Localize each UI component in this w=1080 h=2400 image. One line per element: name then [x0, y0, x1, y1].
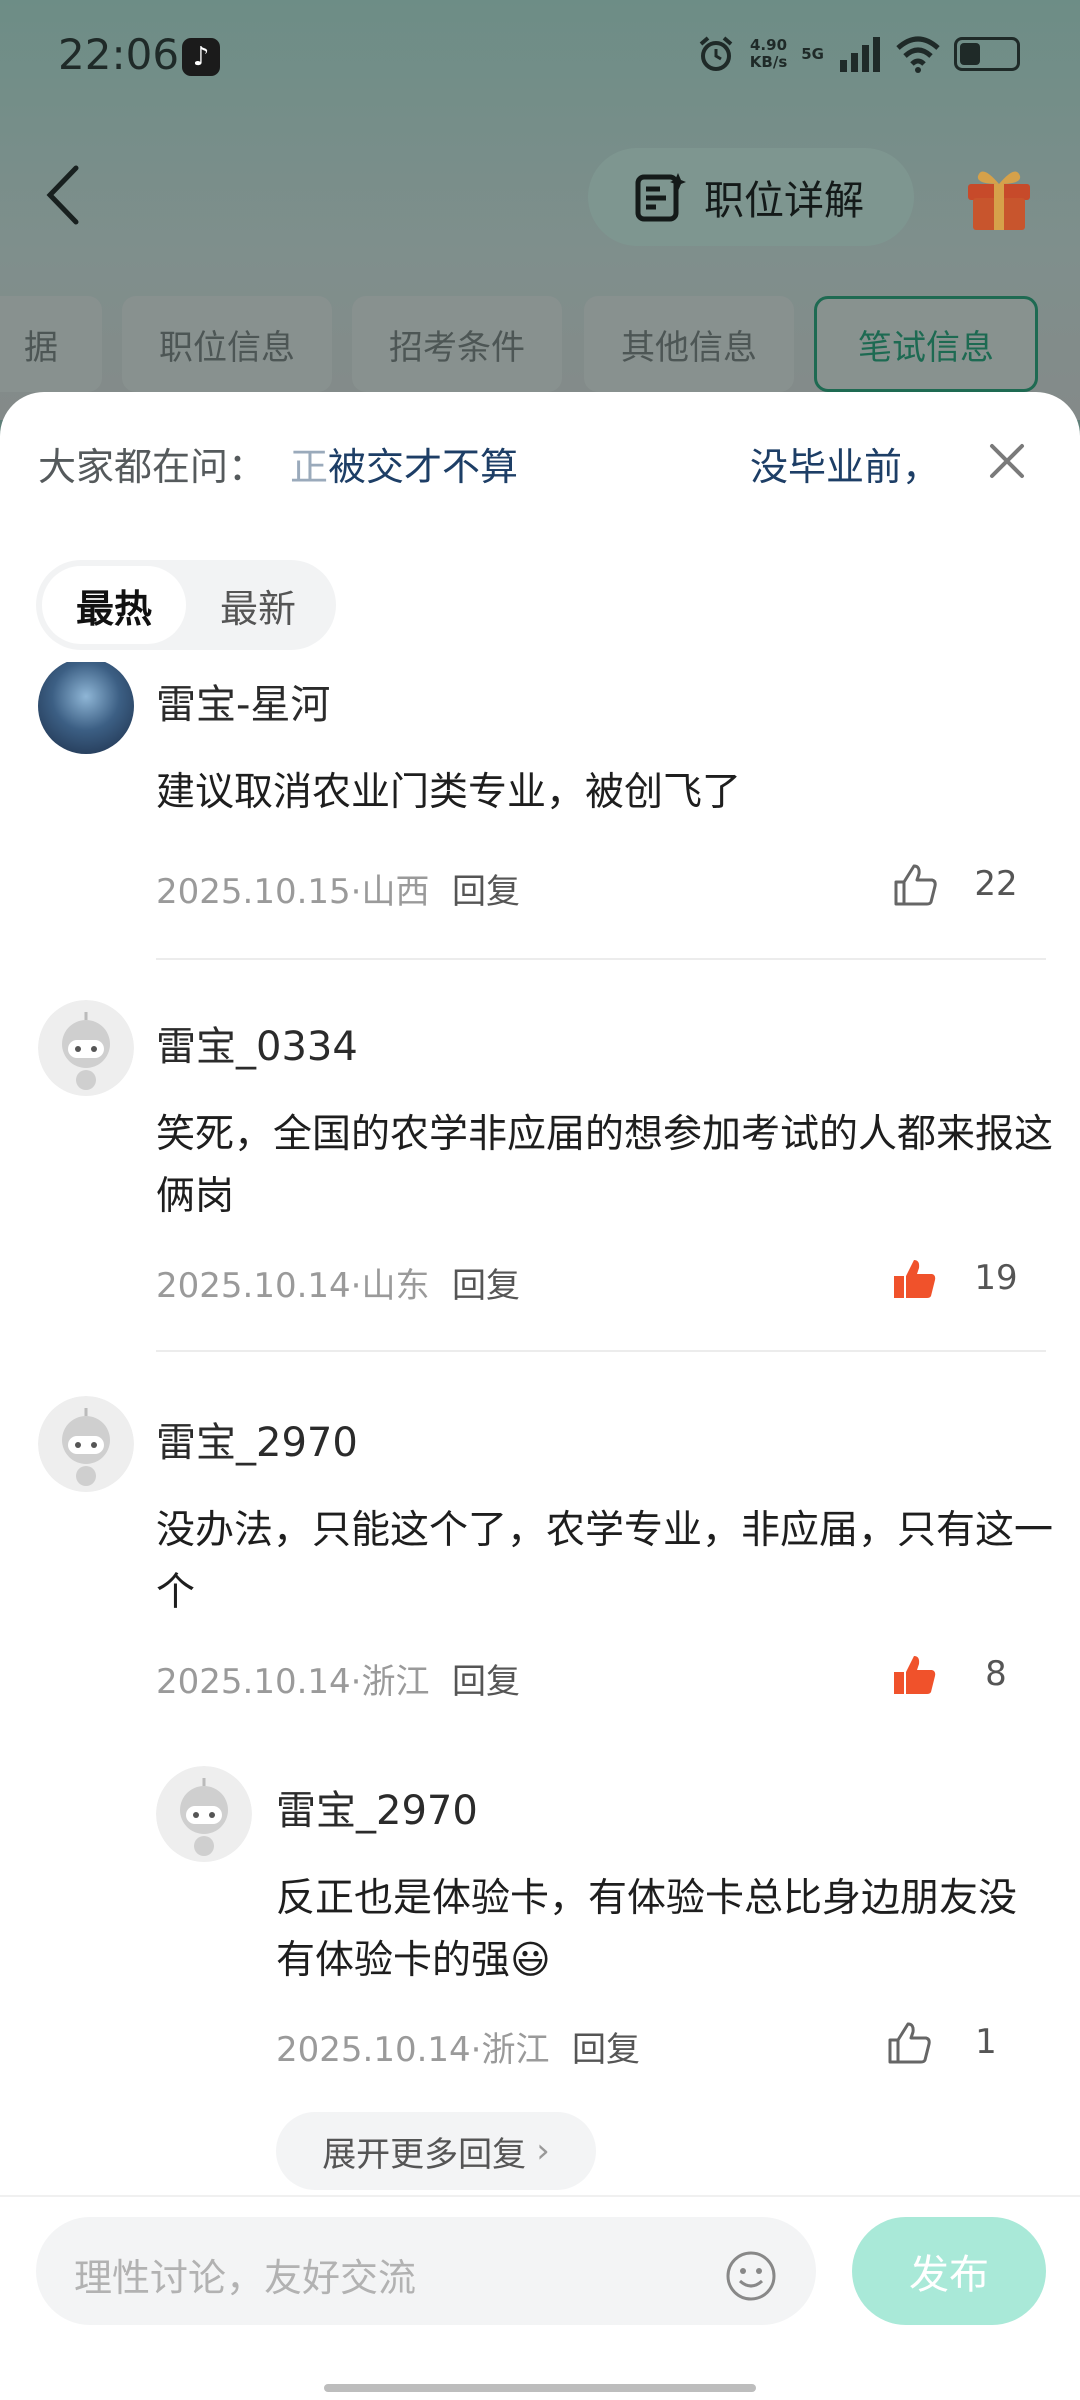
input-placeholder: 理性讨论，友好交流: [74, 2256, 417, 2300]
username[interactable]: 雷宝-星河: [156, 672, 330, 730]
avatar[interactable]: [38, 1396, 134, 1492]
reply-button[interactable]: 回复: [572, 2022, 640, 2071]
username[interactable]: 雷宝_2970: [156, 1410, 358, 1468]
home-indicator[interactable]: [324, 2384, 756, 2392]
thumbs-up-filled-icon[interactable]: [892, 1256, 938, 1302]
status-time: 22:06: [58, 30, 180, 79]
tab-data[interactable]: 据: [0, 296, 102, 392]
tiktok-icon: ♪: [182, 38, 220, 76]
default-avatar-icon: [38, 1000, 134, 1096]
comment-meta: 2025.10.14·山东: [156, 1266, 430, 1306]
comment-text: 笑死，全国的农学非应届的想参加考试的人都来报这俩岗: [156, 1112, 1054, 1219]
battery-icon: [954, 37, 1020, 71]
like-count: 8: [985, 1654, 1007, 1694]
publish-button[interactable]: 发布: [852, 2217, 1046, 2325]
comment-input[interactable]: 理性讨论，友好交流: [36, 2217, 816, 2325]
trending-question[interactable]: 没毕业前，: [750, 436, 940, 491]
like-count: 19: [974, 1258, 1018, 1298]
thumbs-up-filled-icon[interactable]: [892, 1652, 938, 1698]
sort-toggle: 最热 最新: [36, 560, 336, 650]
comment-text: 没办法，只能这个了，农学专业，非应届，只有这一个: [156, 1508, 1054, 1615]
reply-button[interactable]: 回复: [452, 864, 520, 913]
avatar[interactable]: [156, 1766, 252, 1862]
username[interactable]: 雷宝_2970: [276, 1778, 478, 1836]
wifi-icon: [896, 36, 940, 73]
thumbs-up-icon[interactable]: [892, 862, 938, 908]
username[interactable]: 雷宝_0334: [156, 1014, 358, 1072]
comment-input-bar: 理性讨论，友好交流 发布: [0, 2195, 1080, 2400]
divider: [156, 958, 1046, 960]
divider: [156, 1350, 1046, 1352]
sort-new-button[interactable]: 最新: [186, 566, 330, 644]
tab-other-info[interactable]: 其他信息: [584, 296, 794, 392]
chevron-right-icon: ›: [536, 2131, 550, 2171]
alarm-icon: [699, 36, 733, 71]
default-avatar-icon: [38, 1396, 134, 1492]
trending-label: 大家都在问：: [38, 445, 267, 489]
comment-meta: 2025.10.15·山西: [156, 872, 430, 912]
position-tabs: 据 职位信息 招考条件 其他信息 笔试信息: [0, 296, 1080, 392]
comment-meta: 2025.10.14·浙江: [276, 2030, 550, 2070]
comment-meta: 2025.10.14·浙江: [156, 1662, 430, 1702]
trending-questions: 大家都在问： 正被交才不算 没毕业前，: [38, 436, 1038, 496]
default-avatar-icon: [156, 1766, 252, 1862]
trending-question[interactable]: 正被交才不算: [290, 436, 518, 491]
status-bar: 22:06 ♪ 4.90 KB/s 5G: [0, 0, 1080, 120]
sort-hot-button[interactable]: 最热: [42, 566, 186, 644]
close-icon[interactable]: [982, 436, 1032, 486]
expand-replies-button[interactable]: 展开更多回复 ›: [276, 2112, 596, 2190]
tab-written-exam[interactable]: 笔试信息: [814, 296, 1038, 392]
network-speed: 4.90 KB/s: [749, 36, 788, 71]
comment-list: 雷宝-星河 建议取消农业门类专业，被创飞了 2025.10.15·山西 回复 2…: [0, 662, 1080, 2192]
status-icons: 4.90 KB/s 5G: [696, 34, 1020, 74]
like-count: 22: [974, 864, 1018, 904]
avatar[interactable]: [38, 662, 134, 754]
reply-button[interactable]: 回复: [452, 1654, 520, 1703]
emoji-icon[interactable]: [724, 2249, 778, 2303]
tab-position-info[interactable]: 职位信息: [122, 296, 332, 392]
comment-text: 建议取消农业门类专业，被创飞了: [156, 770, 742, 815]
gift-icon[interactable]: [964, 160, 1034, 232]
like-count: 1: [975, 2022, 997, 2062]
comments-sheet: 大家都在问： 正被交才不算 没毕业前， 最热 最新 雷宝-星河 建议取消农业门类…: [0, 392, 1080, 2400]
avatar[interactable]: [38, 1000, 134, 1096]
network-type: 5G: [801, 45, 824, 63]
position-detail-label: 职位详解: [704, 178, 864, 224]
comment-text: 反正也是体验卡，有体验卡总比身边朋友没有体验卡的强😃: [276, 1876, 1018, 1983]
tab-requirements[interactable]: 招考条件: [352, 296, 562, 392]
position-detail-button[interactable]: 职位详解: [588, 148, 914, 246]
thumbs-up-icon[interactable]: [886, 2020, 932, 2066]
document-icon: [635, 173, 686, 222]
back-arrow-icon[interactable]: [40, 160, 90, 230]
reply-button[interactable]: 回复: [452, 1258, 520, 1307]
signal-icon: [840, 37, 880, 72]
